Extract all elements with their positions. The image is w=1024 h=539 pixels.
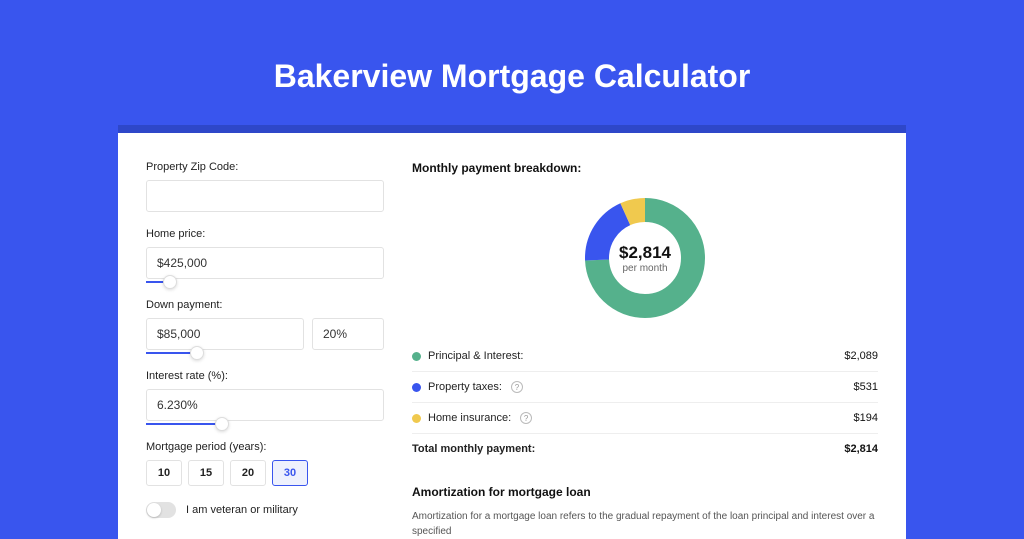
home-price-label: Home price: — [146, 228, 384, 240]
legend-dot-icon — [412, 352, 421, 361]
slider-thumb-icon[interactable] — [190, 346, 204, 360]
legend-dot-icon — [412, 383, 421, 392]
zip-label: Property Zip Code: — [146, 161, 384, 173]
breakdown-row-value: $2,089 — [844, 350, 878, 362]
period-button-30[interactable]: 30 — [272, 460, 308, 486]
home-price-input[interactable] — [146, 247, 384, 279]
interest-rate-slider[interactable] — [146, 423, 222, 425]
breakdown-rows: Principal & Interest: $2,089 Property taxe… — [412, 341, 878, 433]
toggle-knob-icon — [147, 503, 161, 517]
home-price-slider[interactable] — [146, 281, 170, 283]
info-icon[interactable]: ? — [511, 381, 523, 393]
page-title: Bakerview Mortgage Calculator — [0, 0, 1024, 125]
interest-rate-group: Interest rate (%): — [146, 370, 384, 425]
info-icon[interactable]: ? — [520, 412, 532, 424]
breakdown-total-row: Total monthly payment: $2,814 — [412, 433, 878, 464]
donut-amount: $2,814 — [619, 243, 671, 263]
zip-input[interactable] — [146, 180, 384, 212]
donut-center: $2,814 per month — [580, 193, 710, 323]
down-payment-group: Down payment: — [146, 299, 384, 354]
period-label: Mortgage period (years): — [146, 441, 384, 453]
breakdown-title: Monthly payment breakdown: — [412, 161, 878, 175]
interest-rate-label: Interest rate (%): — [146, 370, 384, 382]
donut-subtext: per month — [622, 263, 667, 274]
veteran-toggle[interactable] — [146, 502, 176, 518]
amortization-title: Amortization for mortgage loan — [412, 485, 878, 499]
breakdown-row-value: $531 — [854, 381, 878, 393]
down-payment-percent-input[interactable] — [312, 318, 384, 350]
period-button-10[interactable]: 10 — [146, 460, 182, 486]
veteran-row: I am veteran or military — [146, 502, 384, 518]
total-label: Total monthly payment: — [412, 443, 535, 455]
breakdown-row: Property taxes:? $531 — [412, 371, 878, 402]
down-payment-label: Down payment: — [146, 299, 384, 311]
calculator-card: Property Zip Code: Home price: Down paym… — [118, 133, 906, 539]
interest-rate-input[interactable] — [146, 389, 384, 421]
form-column: Property Zip Code: Home price: Down paym… — [146, 161, 384, 539]
legend-dot-icon — [412, 414, 421, 423]
slider-thumb-icon[interactable] — [163, 275, 177, 289]
card-top-shadow — [118, 125, 906, 133]
breakdown-row-label: Home insurance: — [428, 412, 511, 424]
donut-wrap: $2,814 per month — [412, 187, 878, 341]
zip-group: Property Zip Code: — [146, 161, 384, 212]
amortization-body: Amortization for a mortgage loan refers … — [412, 509, 878, 539]
breakdown-row-value: $194 — [854, 412, 878, 424]
breakdown-column: Monthly payment breakdown: $2,814 per mo… — [412, 161, 878, 539]
breakdown-row-label: Property taxes: — [428, 381, 502, 393]
slider-thumb-icon[interactable] — [215, 417, 229, 431]
period-button-15[interactable]: 15 — [188, 460, 224, 486]
home-price-group: Home price: — [146, 228, 384, 283]
veteran-label: I am veteran or military — [186, 504, 298, 516]
donut-chart: $2,814 per month — [580, 193, 710, 323]
breakdown-row: Principal & Interest: $2,089 — [412, 341, 878, 371]
total-value: $2,814 — [844, 443, 878, 455]
down-payment-slider[interactable] — [146, 352, 197, 354]
period-button-20[interactable]: 20 — [230, 460, 266, 486]
breakdown-row-label: Principal & Interest: — [428, 350, 523, 362]
period-buttons: 10152030 — [146, 460, 384, 486]
down-payment-amount-input[interactable] — [146, 318, 304, 350]
breakdown-row: Home insurance:? $194 — [412, 402, 878, 433]
period-group: Mortgage period (years): 10152030 — [146, 441, 384, 486]
